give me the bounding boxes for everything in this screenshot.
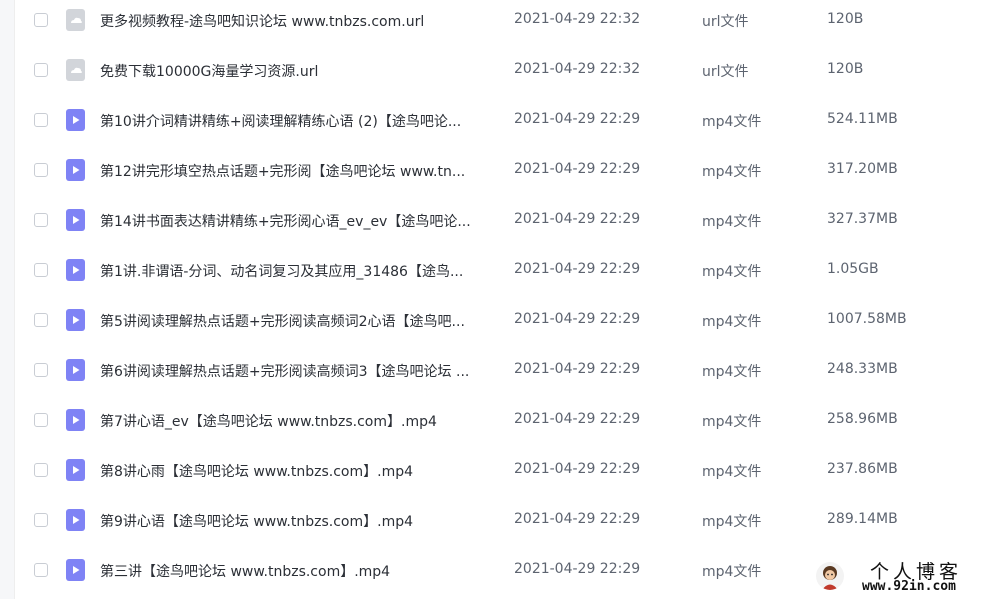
url-file-icon (66, 9, 85, 31)
video-file-icon (66, 559, 85, 581)
file-list: 更多视频教程-途鸟吧知识论坛 www.tnbzs.com.url 2021-04-… (14, 0, 1006, 599)
file-name[interactable]: 更多视频教程-途鸟吧知识论坛 www.tnbzs.com.url (100, 11, 495, 31)
file-type: mp4文件 (702, 464, 762, 480)
file-name[interactable]: 第三讲【途鸟吧论坛 www.tnbzs.com】.mp4 (100, 561, 495, 581)
file-size: 258.96MB (827, 411, 898, 427)
file-modified-date: 2021-04-29 22:29 (514, 111, 641, 127)
file-row[interactable]: 第6讲阅读理解热点话题+完形阅读高频词3【途鸟吧论坛 ... 2021-04-29… (14, 352, 1006, 402)
file-size: 524.11MB (827, 111, 898, 127)
file-size: 120B (827, 61, 864, 77)
file-modified-date: 2021-04-29 22:29 (514, 511, 641, 527)
file-name[interactable]: 第14讲书面表达精讲精练+完形阅心语_ev_ev【途鸟吧论... (100, 211, 495, 231)
file-type: mp4文件 (702, 514, 762, 530)
file-row[interactable]: 第14讲书面表达精讲精练+完形阅心语_ev_ev【途鸟吧论... 2021-04-… (14, 202, 1006, 252)
video-file-icon (66, 409, 85, 431)
file-name[interactable]: 第10讲介词精讲精练+阅读理解精练心语 (2)【途鸟吧论... (100, 111, 495, 131)
file-row[interactable]: 第5讲阅读理解热点话题+完形阅读高频词2心语【途鸟吧... 2021-04-29 … (14, 302, 1006, 352)
file-select-checkbox[interactable] (34, 163, 48, 177)
file-select-checkbox[interactable] (34, 413, 48, 427)
file-row[interactable]: 第8讲心雨【途鸟吧论坛 www.tnbzs.com】.mp4 2021-04-29… (14, 452, 1006, 502)
file-row[interactable]: 第9讲心语【途鸟吧论坛 www.tnbzs.com】.mp4 2021-04-29… (14, 502, 1006, 552)
file-select-checkbox[interactable] (34, 13, 48, 27)
file-name[interactable]: 第1讲.非谓语-分词、动名词复习及其应用_31486【途鸟... (100, 261, 495, 281)
file-row[interactable]: 第1讲.非谓语-分词、动名词复习及其应用_31486【途鸟... 2021-04-… (14, 252, 1006, 302)
video-file-icon (66, 309, 85, 331)
file-select-checkbox[interactable] (34, 363, 48, 377)
video-file-icon (66, 359, 85, 381)
watermark: 个人博客 www.92in.com (812, 558, 1002, 596)
file-modified-date: 2021-04-29 22:29 (514, 361, 641, 377)
file-row[interactable]: 第7讲心语_ev【途鸟吧论坛 www.tnbzs.com】.mp4 2021-04… (14, 402, 1006, 452)
file-type: mp4文件 (702, 214, 762, 230)
file-type: url文件 (702, 14, 749, 30)
file-modified-date: 2021-04-29 22:29 (514, 211, 641, 227)
file-size: 327.37MB (827, 211, 898, 227)
file-type: url文件 (702, 64, 749, 80)
file-row[interactable]: 第10讲介词精讲精练+阅读理解精练心语 (2)【途鸟吧论... 2021-04-2… (14, 102, 1006, 152)
file-size: 1007.58MB (827, 311, 907, 327)
file-modified-date: 2021-04-29 22:29 (514, 411, 641, 427)
file-size: 1.05GB (827, 261, 879, 277)
file-select-checkbox[interactable] (34, 563, 48, 577)
file-name[interactable]: 免费下载10000G海量学习资源.url (100, 61, 495, 81)
file-name[interactable]: 第12讲完形填空热点话题+完形阅【途鸟吧论坛 www.tn... (100, 161, 495, 181)
video-file-icon (66, 209, 85, 231)
watermark-avatar-icon (816, 562, 844, 590)
video-file-icon (66, 459, 85, 481)
url-file-icon (66, 59, 85, 81)
file-size: 248.33MB (827, 361, 898, 377)
video-file-icon (66, 259, 85, 281)
file-select-checkbox[interactable] (34, 113, 48, 127)
file-select-checkbox[interactable] (34, 63, 48, 77)
file-name[interactable]: 第6讲阅读理解热点话题+完形阅读高频词3【途鸟吧论坛 ... (100, 361, 495, 381)
video-file-icon (66, 509, 85, 531)
file-name[interactable]: 第7讲心语_ev【途鸟吧论坛 www.tnbzs.com】.mp4 (100, 411, 495, 431)
file-modified-date: 2021-04-29 22:29 (514, 461, 641, 477)
file-name[interactable]: 第8讲心雨【途鸟吧论坛 www.tnbzs.com】.mp4 (100, 461, 495, 481)
file-modified-date: 2021-04-29 22:32 (514, 61, 641, 77)
file-type: mp4文件 (702, 414, 762, 430)
file-type: mp4文件 (702, 564, 762, 580)
file-select-checkbox[interactable] (34, 463, 48, 477)
video-file-icon (66, 159, 85, 181)
left-panel-edge (0, 0, 15, 599)
file-type: mp4文件 (702, 114, 762, 130)
file-select-checkbox[interactable] (34, 513, 48, 527)
file-select-checkbox[interactable] (34, 263, 48, 277)
file-modified-date: 2021-04-29 22:29 (514, 161, 641, 177)
file-modified-date: 2021-04-29 22:29 (514, 261, 641, 277)
file-row[interactable]: 更多视频教程-途鸟吧知识论坛 www.tnbzs.com.url 2021-04-… (14, 2, 1006, 52)
watermark-url: www.92in.com (862, 579, 956, 594)
video-file-icon (66, 109, 85, 131)
file-row[interactable]: 第12讲完形填空热点话题+完形阅【途鸟吧论坛 www.tn... 2021-04-… (14, 152, 1006, 202)
file-name[interactable]: 第5讲阅读理解热点话题+完形阅读高频词2心语【途鸟吧... (100, 311, 495, 331)
file-modified-date: 2021-04-29 22:29 (514, 311, 641, 327)
file-size: 317.20MB (827, 161, 898, 177)
file-modified-date: 2021-04-29 22:29 (514, 561, 641, 577)
file-size: 289.14MB (827, 511, 898, 527)
file-select-checkbox[interactable] (34, 213, 48, 227)
file-type: mp4文件 (702, 314, 762, 330)
file-type: mp4文件 (702, 164, 762, 180)
file-size: 120B (827, 11, 864, 27)
file-name[interactable]: 第9讲心语【途鸟吧论坛 www.tnbzs.com】.mp4 (100, 511, 495, 531)
file-size: 237.86MB (827, 461, 898, 477)
file-type: mp4文件 (702, 364, 762, 380)
file-select-checkbox[interactable] (34, 313, 48, 327)
file-row[interactable]: 免费下载10000G海量学习资源.url 2021-04-29 22:32 url文… (14, 52, 1006, 102)
file-type: mp4文件 (702, 264, 762, 280)
file-modified-date: 2021-04-29 22:32 (514, 11, 641, 27)
